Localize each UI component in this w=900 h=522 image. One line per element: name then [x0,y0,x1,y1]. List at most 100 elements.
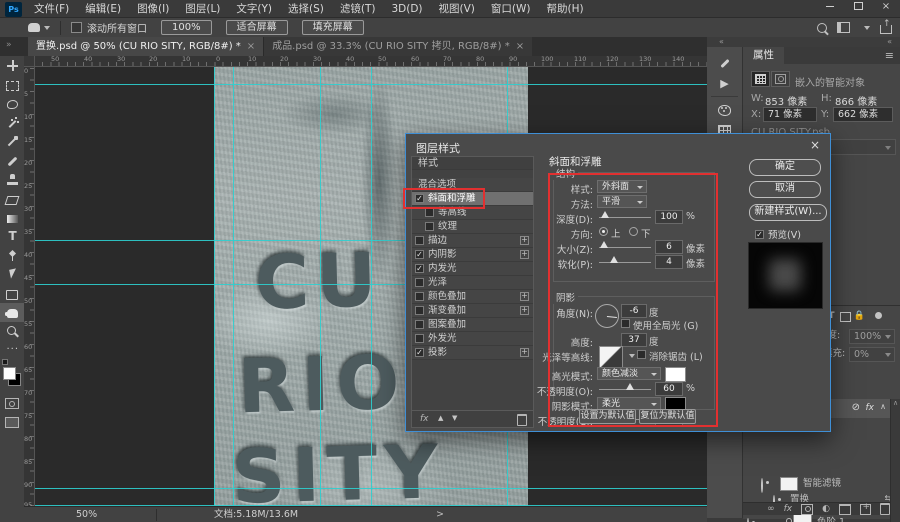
zoom-tool[interactable] [0,322,24,341]
technique-select[interactable]: 平滑 [597,195,647,208]
menu-item[interactable]: 视图(V) [431,1,483,17]
toolbar-collapse-icon[interactable]: » [6,40,12,50]
fit-screen-button[interactable]: 适合屏幕 [225,20,288,35]
tab-close-icon[interactable]: × [247,38,255,56]
screen-mode-button[interactable] [5,417,19,428]
shape-tool[interactable] [0,284,24,303]
style-checkbox[interactable] [415,334,424,343]
menu-item[interactable]: 窗口(W) [483,1,539,17]
move-effect-down-icon[interactable]: ▼ [452,414,457,422]
anti-alias-checkbox[interactable] [637,350,646,359]
add-style-icon[interactable]: fx [784,504,793,514]
style-checkbox[interactable] [425,222,434,231]
size-slider[interactable] [599,241,651,248]
path-select-tool[interactable] [0,265,24,284]
angle-field[interactable]: -6 [621,304,647,318]
filter-toggle-icon[interactable] [875,312,882,319]
move-tool[interactable] [0,56,24,75]
depth-field[interactable]: 100 [655,210,683,224]
quick-selection-tool[interactable] [0,113,24,132]
direction-down-radio[interactable] [629,227,638,236]
close-button[interactable]: × [872,0,900,16]
type-tool[interactable] [0,227,24,246]
style-checkbox[interactable] [415,194,424,203]
style-checkbox[interactable] [415,236,424,245]
fill-field[interactable]: 0% [849,347,895,362]
set-default-button[interactable]: 设置为默认值 [579,409,636,424]
history-panel-icon[interactable] [707,53,742,73]
tab-close-icon[interactable]: × [516,38,524,56]
color-panel-icon[interactable] [707,100,742,120]
edit-toolbar[interactable] [0,341,24,360]
delete-layer-icon[interactable] [880,503,890,515]
direction-up-radio[interactable] [599,227,608,236]
smart-object-icon[interactable] [751,71,770,87]
menu-item[interactable]: 文字(Y) [228,1,280,17]
style-checkbox[interactable] [415,306,424,315]
zoom-100-button[interactable]: 100% [161,20,212,35]
eraser-tool[interactable] [0,189,24,208]
collapse-panels-icon[interactable]: « [719,37,724,46]
style-checkbox[interactable] [425,208,434,217]
layer-fx-icon[interactable]: fx [866,403,875,413]
style-checkbox[interactable] [415,292,424,301]
opacity-field[interactable]: 100% [849,329,895,344]
filter-mask-thumbnail[interactable] [780,477,798,491]
menu-item[interactable]: 图像(I) [129,1,177,17]
tab-properties[interactable]: 属性 [743,47,784,64]
menu-item[interactable]: 编辑(E) [77,1,129,17]
brush-tool[interactable] [0,151,24,170]
document-tab[interactable]: 置换.psd @ 50% (CU RIO SITY, RGB/8#) * × [28,37,264,56]
new-group-icon[interactable] [839,503,851,515]
collapse-panels-icon[interactable]: « [887,37,892,46]
zoom-level-field[interactable]: 50% [70,509,157,521]
maximize-button[interactable] [844,0,872,16]
style-item[interactable]: 光泽 [412,276,533,290]
ok-button[interactable]: 确定 [749,159,821,176]
y-field[interactable]: 662 像素 [833,107,893,122]
preview-checkbox[interactable] [755,229,764,239]
scroll-all-windows-checkbox[interactable] [71,22,82,33]
x-field[interactable]: 71 像素 [763,107,817,122]
style-checkbox[interactable] [415,250,424,259]
highlight-mode-select[interactable]: 颜色减淡 [597,367,661,380]
depth-slider[interactable] [599,211,651,218]
style-checkbox[interactable] [415,264,424,273]
menu-item[interactable]: 3D(D) [383,1,430,17]
smart-filters-row[interactable]: 智能滤镜 [743,476,900,493]
search-icon[interactable] [817,22,827,33]
highlight-opacity-slider[interactable] [599,383,651,390]
hand-tool[interactable] [0,303,24,322]
gloss-contour-thumbnail[interactable] [599,346,623,368]
highlight-opacity-field[interactable]: 60 [655,382,683,396]
panel-menu-icon[interactable]: ≡ [885,49,894,62]
document-tab[interactable]: 成品.psd @ 33.3% (CU RIO SITY 拷贝, RGB/8#) … [263,37,533,56]
fill-screen-button[interactable]: 填充屏幕 [301,20,364,35]
menu-item[interactable]: 选择(S) [280,1,332,17]
style-item[interactable]: 图案叠加 [412,318,533,332]
layer-mask-thumbnail[interactable] [793,514,812,522]
eye-icon[interactable] [747,518,749,522]
add-instance-icon[interactable] [520,292,529,301]
new-layer-icon[interactable] [860,502,871,515]
pen-tool[interactable] [0,246,24,265]
color-swatches[interactable] [0,359,24,390]
marquee-tool[interactable] [0,75,24,94]
move-effect-up-icon[interactable]: ▲ [438,414,443,422]
soften-field[interactable]: 4 [655,255,683,269]
new-style-button[interactable]: 新建样式(W)... [749,204,827,221]
workspace-icon[interactable] [837,22,850,33]
cancel-button[interactable]: 取消 [749,181,821,198]
minimize-button[interactable] [816,0,844,16]
layers-scrollbar[interactable]: ∧∨ [890,399,900,522]
size-field[interactable]: 6 [655,240,683,254]
mask-properties-icon[interactable] [771,71,790,87]
default-colors-icon[interactable] [2,359,9,365]
link-layers-icon[interactable]: ∞ [767,504,775,514]
menu-item[interactable]: 图层(L) [177,1,228,17]
status-options-chevron[interactable]: > [436,509,444,521]
share-icon[interactable] [880,19,892,34]
filter-shape-icon[interactable] [840,312,851,322]
foreground-color[interactable] [3,367,16,380]
style-checkbox[interactable] [415,278,424,287]
